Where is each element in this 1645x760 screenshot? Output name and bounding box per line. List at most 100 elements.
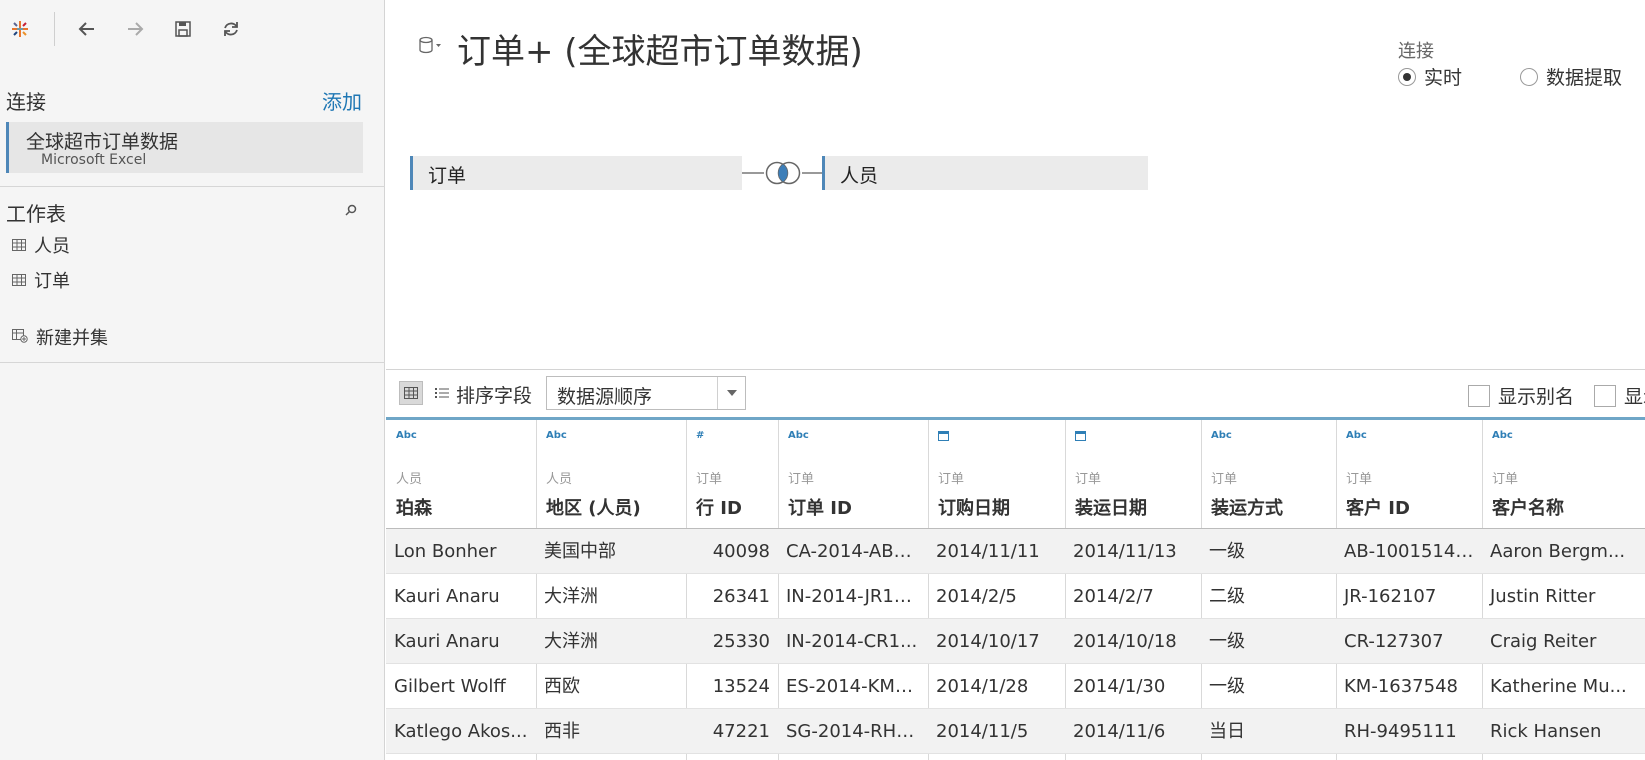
database-icon[interactable]: [418, 36, 442, 60]
column-header[interactable]: # 订单行 ID: [686, 420, 778, 528]
table-cell: 2014/1/30: [1073, 676, 1166, 697]
column-source-table: 人员: [546, 472, 573, 487]
toolbar-separator: [54, 12, 55, 46]
table-cell: 2014/2/5: [936, 586, 1017, 607]
table-cell: Aaron Bergm...: [1490, 541, 1626, 562]
column-header[interactable]: Abc 人员珀森: [386, 420, 536, 528]
live-label: 实时: [1424, 67, 1463, 89]
table-cell: 25330: [712, 631, 770, 652]
refresh-icon[interactable]: [216, 14, 246, 44]
right-table-label: 人员: [840, 165, 879, 187]
back-icon[interactable]: [72, 14, 102, 44]
column-source-table: 订单: [938, 472, 965, 487]
sidebar-divider: [0, 362, 385, 363]
table-cell: AB-100151402: [1344, 541, 1479, 562]
table-cell: 47221: [712, 721, 770, 742]
table-row: Kauri Anaru 大洋洲 26341 IN-2014-JR16... 2014/2…: [386, 574, 1645, 619]
worksheet-item-people[interactable]: 人员: [12, 232, 70, 258]
column-name[interactable]: 珀森: [396, 494, 432, 520]
sort-fields-label: 排序字段: [456, 385, 533, 407]
left-table-pill[interactable]: 订单: [410, 156, 742, 190]
save-icon[interactable]: [168, 14, 198, 44]
calendar-icon[interactable]: [1075, 430, 1086, 444]
join-connector: [742, 172, 764, 174]
connection-item[interactable]: 全球超市订单数据 Microsoft Excel: [6, 122, 363, 173]
live-radio[interactable]: 实时: [1398, 63, 1462, 90]
column-source-table: 订单: [1075, 472, 1102, 487]
table-cell: 当日: [1209, 721, 1245, 742]
table-row: Lon Bonher 美国中部 40098 CA-2014-AB1... 2014/11…: [386, 529, 1645, 574]
tableau-logo-icon[interactable]: [5, 14, 35, 44]
table-cell: Rick Hansen: [1490, 721, 1602, 742]
column-source-table: 人员: [396, 472, 423, 487]
column-name[interactable]: 客户 ID: [1346, 494, 1410, 520]
forward-icon[interactable]: [120, 14, 150, 44]
table-icon: [12, 271, 26, 290]
column-header[interactable]: Abc 人员地区 (人员): [536, 420, 686, 528]
checkbox-icon: [1594, 384, 1616, 407]
table-cell: 西欧: [544, 676, 580, 697]
worksheet-item-orders[interactable]: 订单: [12, 267, 70, 293]
column-header[interactable]: Abc 订单 客户 ID: [1336, 420, 1482, 528]
sort-fields-dropdown[interactable]: 数据源顺序: [546, 376, 746, 410]
list-view-icon[interactable]: [430, 381, 454, 405]
table-cell: 2014/11/5: [936, 721, 1029, 742]
new-union-item[interactable]: 新建并集: [12, 324, 108, 350]
table-cell: Katlego Akos...: [394, 721, 528, 742]
table-cell: Justin Ritter: [1490, 586, 1596, 607]
table-cell: Kauri Anaru: [394, 631, 500, 652]
string-type-icon[interactable]: Abc: [396, 430, 417, 441]
table-cell: 西非: [544, 721, 580, 742]
table-cell: IN-2014-JR16...: [786, 586, 923, 607]
inner-join-icon[interactable]: [762, 160, 804, 190]
column-header[interactable]: 订单 订购日期: [928, 420, 1065, 528]
search-icon[interactable]: [344, 202, 360, 218]
column-header[interactable]: 订单 装运日期: [1065, 420, 1201, 528]
table-cell: 2014/2/7: [1073, 586, 1154, 607]
table-cell: 一级: [1209, 541, 1245, 562]
string-type-icon[interactable]: Abc: [1346, 430, 1367, 441]
column-name[interactable]: 订购日期: [938, 494, 1010, 520]
number-type-icon[interactable]: #: [696, 430, 704, 441]
table-cell: Gilbert Wolff: [394, 676, 506, 697]
data-source-title[interactable]: 订单+ (全球超市订单数据): [457, 24, 863, 73]
table-cell: Kauri Anaru: [394, 586, 500, 607]
show-hidden-checkbox[interactable]: 显示: [1594, 382, 1645, 409]
table-cell: CA-2014-AB1...: [786, 541, 923, 562]
string-type-icon[interactable]: Abc: [1492, 430, 1513, 441]
add-connection-link[interactable]: 添加: [322, 86, 362, 115]
join-connector: [802, 172, 824, 174]
tableau-data-source-page: 连接 添加 全球超市订单数据 Microsoft Excel 工作表 人员 订单: [0, 0, 1645, 760]
table-cell: 美国中部: [544, 541, 616, 562]
column-name[interactable]: 地区 (人员): [546, 494, 641, 520]
string-type-icon[interactable]: Abc: [788, 430, 809, 441]
column-name[interactable]: 装运日期: [1075, 494, 1147, 520]
table-cell: 2014/11/6: [1073, 721, 1166, 742]
column-name[interactable]: 行 ID: [696, 494, 742, 520]
show-alias-checkbox[interactable]: 显示别名: [1468, 382, 1574, 409]
table-cell: Lon Bonher: [394, 541, 497, 562]
column-header[interactable]: Abc 订单 订单 ID: [778, 420, 928, 528]
chevron-down-icon: [717, 377, 745, 409]
table-cell: SG-2014-RH9...: [786, 721, 925, 742]
column-name[interactable]: 装运方式: [1211, 494, 1283, 520]
string-type-icon[interactable]: Abc: [546, 430, 567, 441]
worksheet-label: 人员: [34, 236, 70, 257]
column-name[interactable]: 客户名称: [1492, 494, 1564, 520]
string-type-icon[interactable]: Abc: [1211, 430, 1232, 441]
show-hidden-label: 显示: [1624, 386, 1645, 408]
grid-view-icon[interactable]: [399, 381, 423, 405]
calendar-icon[interactable]: [938, 430, 949, 444]
column-header[interactable]: Abc 订单 客户名称: [1482, 420, 1645, 528]
extract-radio[interactable]: 数据提取: [1520, 63, 1622, 90]
table-icon: [12, 236, 26, 255]
worksheet-label: 订单: [34, 271, 70, 292]
table-row: Kauri Anaru 大洋洲 25330 IN-2014-CR1... 2014/10…: [386, 619, 1645, 664]
table-row: Gilbert Wolff 西欧 13524 ES-2014-KM1... 2014/1…: [386, 664, 1645, 709]
table-cell: 一级: [1209, 631, 1245, 652]
right-table-pill[interactable]: 人员: [822, 156, 1148, 190]
column-header[interactable]: Abc 订单 装运方式: [1201, 420, 1336, 528]
table-cell: 13524: [712, 676, 770, 697]
table-cell: 一级: [1209, 676, 1245, 697]
column-name[interactable]: 订单 ID: [788, 494, 852, 520]
